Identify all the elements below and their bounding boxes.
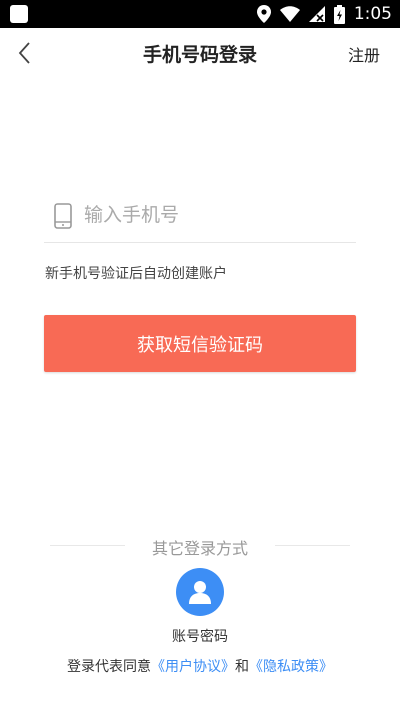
other-login-label: 其它登录方式 bbox=[151, 539, 248, 558]
status-bar: 1:05 bbox=[0, 0, 400, 28]
account-avatar bbox=[176, 568, 224, 616]
wifi-icon bbox=[279, 6, 300, 22]
location-icon bbox=[256, 5, 271, 23]
signal-icon bbox=[308, 6, 325, 22]
get-sms-code-button[interactable]: 获取短信验证码 bbox=[44, 315, 356, 372]
user-agreement-link[interactable]: 《用户协议》 bbox=[151, 659, 235, 675]
phone-input-row bbox=[44, 193, 356, 243]
battery-charging-icon bbox=[333, 4, 345, 24]
status-right-group: 1:05 bbox=[256, 0, 392, 28]
account-password-label: 账号密码 bbox=[172, 629, 228, 645]
auto-register-hint: 新手机号验证后自动创建账户 bbox=[45, 266, 227, 282]
user-icon bbox=[189, 581, 211, 604]
status-time: 1:05 bbox=[353, 4, 392, 24]
agreement-conjunction: 和 bbox=[235, 659, 249, 675]
app-notification-icon bbox=[10, 5, 28, 23]
page-title: 手机号码登录 bbox=[142, 44, 257, 66]
agreement-text: 登录代表同意《用户协议》和《隐私政策》 bbox=[0, 656, 400, 676]
phone-number-input[interactable] bbox=[84, 199, 349, 231]
account-password-login[interactable]: 账号密码 bbox=[150, 568, 250, 648]
other-login-divider: 其它登录方式 bbox=[50, 535, 350, 558]
agreement-prefix: 登录代表同意 bbox=[67, 659, 151, 675]
nav-bar: 手机号码登录 注册 bbox=[0, 28, 400, 78]
register-link[interactable]: 注册 bbox=[348, 42, 380, 66]
divider-line-right bbox=[275, 545, 350, 546]
phone-icon bbox=[54, 203, 72, 229]
privacy-policy-link[interactable]: 《隐私政策》 bbox=[249, 659, 333, 675]
